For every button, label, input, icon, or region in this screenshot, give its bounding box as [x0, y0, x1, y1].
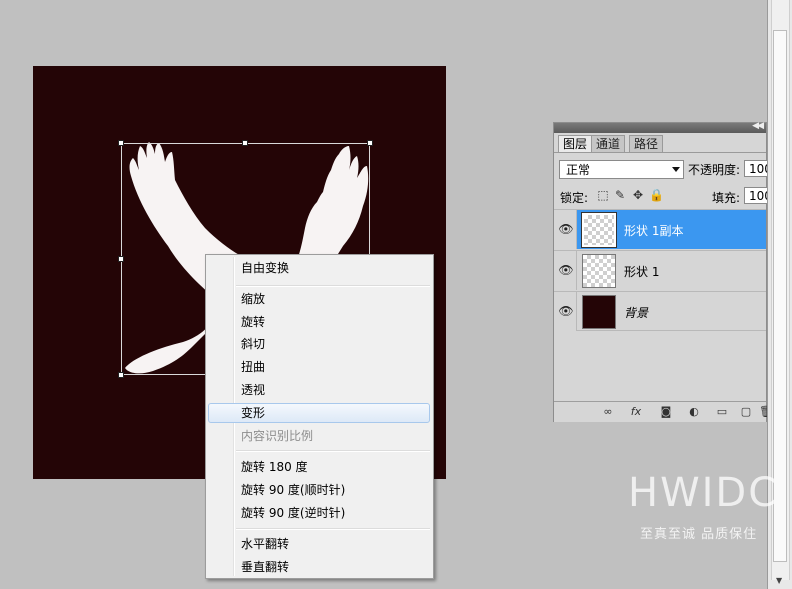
layer-row-background[interactable]: 👁 背景 🔒	[554, 291, 779, 331]
add-mask-icon[interactable]: ◙	[658, 405, 674, 419]
lock-image-pixels-icon[interactable]: ✎	[613, 188, 627, 202]
transform-handle-bottom-left[interactable]	[118, 372, 124, 378]
menu-item-flip-vertical[interactable]: 垂直翻转	[241, 557, 289, 577]
lock-label: 锁定:	[560, 191, 589, 205]
layer-style-fx-icon[interactable]: fx	[628, 405, 644, 419]
adjustment-layer-icon[interactable]: ◐	[686, 405, 702, 419]
menu-item-rotate-180[interactable]: 旋转 180 度	[241, 457, 308, 477]
menu-item-skew[interactable]: 斜切	[241, 334, 265, 354]
tab-divider	[554, 152, 766, 153]
panel-title-bar[interactable]: ◀◀	[554, 121, 766, 133]
menu-item-perspective[interactable]: 透视	[241, 380, 265, 400]
visibility-cell[interactable]: 👁	[554, 210, 577, 249]
menu-separator	[236, 528, 430, 530]
tab-paths[interactable]: 路径	[629, 135, 664, 152]
scroll-down-arrow-icon[interactable]: ▼	[776, 577, 782, 585]
tab-channels[interactable]: 通道	[591, 135, 626, 152]
layers-panel: ◀◀ 图层 通道 路径 正常 不透明度: 100% 锁定: ⬚ ✎ ✥ 🔒 填充…	[553, 121, 784, 422]
visibility-cell[interactable]: 👁	[554, 292, 577, 331]
lock-transparent-pixels-icon[interactable]: ⬚	[596, 188, 610, 202]
tab-layers[interactable]: 图层	[558, 135, 593, 152]
menu-item-free-transform[interactable]: 自由变换	[241, 258, 289, 278]
collapse-arrows-icon[interactable]: ◀◀	[752, 121, 764, 131]
lock-position-icon[interactable]: ✥	[631, 188, 645, 202]
link-layers-icon[interactable]: ∞	[600, 405, 616, 419]
menu-item-scale[interactable]: 缩放	[241, 289, 265, 309]
eye-icon[interactable]: 👁	[558, 222, 574, 236]
fill-label: 填充:	[712, 191, 741, 205]
menu-item-flip-horizontal[interactable]: 水平翻转	[241, 534, 289, 554]
transform-handle-top-right[interactable]	[367, 140, 373, 146]
layer-name: 形状 1副本	[624, 224, 684, 238]
transform-handle-middle-left[interactable]	[118, 256, 124, 262]
menu-item-rotate-90-cw[interactable]: 旋转 90 度(顺时针)	[241, 480, 345, 500]
menu-item-warp[interactable]: 变形	[241, 403, 265, 423]
visibility-cell[interactable]: 👁	[554, 251, 577, 290]
eye-icon[interactable]: 👁	[558, 304, 574, 318]
transform-handle-top-left[interactable]	[118, 140, 124, 146]
menu-separator	[236, 450, 430, 452]
menu-item-content-aware-scale: 内容识别比例	[241, 429, 314, 443]
dropdown-caret-icon	[672, 167, 680, 172]
layer-thumbnail	[582, 254, 616, 288]
layer-name: 形状 1	[624, 265, 660, 279]
eye-icon[interactable]: 👁	[558, 263, 574, 277]
opacity-label: 不透明度:	[688, 163, 741, 177]
layers-panel-toolbar: ∞ fx ◙ ◐ ▭ ▢ 🗑	[554, 401, 773, 422]
blend-mode-select[interactable]: 正常	[559, 160, 684, 179]
layer-thumbnail	[581, 212, 617, 248]
layer-name: 背景	[624, 306, 649, 320]
menu-item-rotate[interactable]: 旋转	[241, 312, 265, 332]
new-layer-icon[interactable]: ▢	[738, 405, 754, 419]
transform-context-menu: 自由变换 缩放 旋转 斜切 扭曲 透视 变形 内容识别比例 旋转 180 度 旋…	[205, 254, 434, 579]
menu-item-distort[interactable]: 扭曲	[241, 357, 265, 377]
menu-separator	[236, 285, 430, 287]
layer-thumbnail	[582, 295, 616, 329]
layer-row-shape-1[interactable]: 👁 形状 1	[554, 250, 766, 290]
watermark-subtitle: 至真至诚 品质保住	[640, 527, 758, 542]
blend-mode-value: 正常	[566, 163, 591, 177]
new-group-icon[interactable]: ▭	[714, 405, 730, 419]
transform-handle-top-middle[interactable]	[242, 140, 248, 146]
layer-row-shape-1-copy[interactable]: 👁 形状 1副本	[554, 209, 766, 249]
watermark-title: HWIDC	[628, 470, 779, 516]
lock-all-icon[interactable]: 🔒	[649, 188, 664, 202]
menu-item-rotate-90-ccw[interactable]: 旋转 90 度(逆时针)	[241, 503, 345, 523]
